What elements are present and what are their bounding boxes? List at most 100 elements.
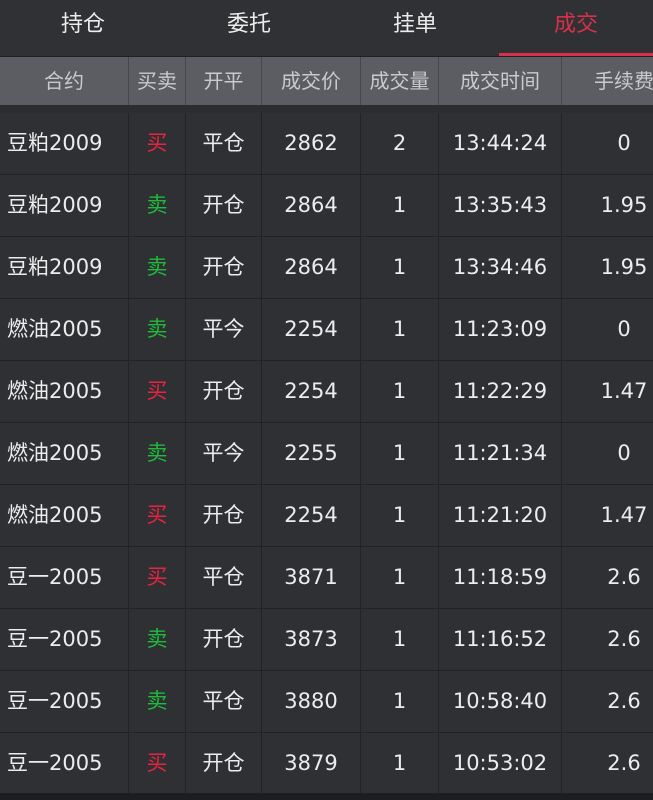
column-divider (561, 113, 562, 174)
column-divider (561, 485, 562, 546)
column-divider (261, 361, 262, 422)
cell-volume: 1 (392, 565, 407, 589)
cell-price: 3871 (284, 565, 338, 589)
table-row[interactable]: 豆一2005 卖 平仓 3880 1 10:58:40 2.6 (0, 671, 653, 733)
cell-side: 卖 (146, 441, 168, 465)
table-row[interactable]: 燃油2005 买 开仓 2254 1 11:21:20 1.47 (0, 485, 653, 547)
cell-offset: 开仓 (202, 627, 245, 651)
header-gap (0, 105, 653, 113)
table-row[interactable]: 燃油2005 卖 平今 2254 1 11:23:09 0 (0, 299, 653, 361)
tab-trades[interactable]: 成交 (499, 0, 653, 57)
tab-bar: 持仓 委托 挂单 成交 (0, 0, 653, 57)
column-divider (261, 547, 262, 608)
column-divider (128, 485, 129, 546)
table-row[interactable]: 燃油2005 买 开仓 2254 1 11:22:29 1.47 (0, 361, 653, 423)
cell-price: 2254 (284, 317, 338, 341)
column-divider (128, 547, 129, 608)
cell-time: 11:22:29 (452, 379, 548, 403)
column-divider (185, 175, 186, 236)
table-row[interactable]: 豆一2005 卖 开仓 3873 1 11:16:52 2.6 (0, 609, 653, 671)
column-header-side: 买卖 (137, 69, 177, 93)
cell-contract: 燃油2005 (7, 441, 103, 465)
column-divider (438, 733, 439, 794)
cell-time: 11:18:59 (452, 565, 548, 589)
column-divider (360, 113, 361, 174)
column-divider (128, 733, 129, 794)
cell-price: 2254 (284, 379, 338, 403)
table-row[interactable]: 燃油2005 卖 平今 2255 1 11:21:34 0 (0, 423, 653, 485)
column-divider (438, 361, 439, 422)
cell-side: 卖 (146, 689, 168, 713)
cell-contract: 豆粕2009 (7, 193, 103, 217)
cell-contract: 燃油2005 (7, 317, 103, 341)
tab-positions[interactable]: 持仓 (0, 0, 166, 57)
cell-time: 13:34:46 (452, 255, 548, 279)
tab-pending[interactable]: 挂单 (332, 0, 498, 57)
column-divider (360, 175, 361, 236)
column-divider (185, 299, 186, 360)
column-divider (360, 361, 361, 422)
column-divider (128, 671, 129, 732)
column-divider (360, 671, 361, 732)
cell-contract: 豆一2005 (7, 627, 103, 651)
column-divider (438, 423, 439, 484)
cell-side: 卖 (146, 255, 168, 279)
column-divider (360, 609, 361, 670)
column-divider (561, 547, 562, 608)
cell-contract: 豆粕2009 (7, 131, 103, 155)
cell-offset: 平今 (202, 441, 245, 465)
cell-price: 3873 (284, 627, 338, 651)
cell-time: 11:21:34 (452, 441, 548, 465)
column-divider (438, 485, 439, 546)
cell-fee: 2.6 (607, 751, 641, 775)
cell-fee: 0 (617, 317, 631, 341)
cell-volume: 1 (392, 379, 407, 403)
cell-offset: 开仓 (202, 255, 245, 279)
column-divider (438, 113, 439, 174)
table-row[interactable]: 豆粕2009 卖 开仓 2864 1 13:34:46 1.95 (0, 237, 653, 299)
cell-offset: 开仓 (202, 751, 245, 775)
table-row[interactable]: 豆粕2009 买 平仓 2862 2 13:44:24 0 (0, 113, 653, 175)
cell-contract: 豆一2005 (7, 689, 103, 713)
table-row[interactable]: 豆一2005 买 开仓 3879 1 10:53:02 2.6 (0, 733, 653, 795)
column-divider (128, 113, 129, 174)
cell-volume: 1 (392, 193, 407, 217)
column-divider (261, 671, 262, 732)
cell-time: 13:44:24 (452, 131, 548, 155)
trades-table[interactable]: 豆粕2009 买平仓 2862 2 13:44:24 0 豆粕2009 卖开仓 2864 1 13:… (0, 113, 653, 800)
cell-fee: 0 (617, 441, 631, 465)
table-row[interactable]: 豆粕2009 卖 开仓 2864 1 13:35:43 1.95 (0, 175, 653, 237)
column-header-offset: 开平 (203, 69, 244, 93)
table-row[interactable]: 豆一2005 买 平仓 3871 1 11:18:59 2.6 (0, 547, 653, 609)
footer-strip (0, 793, 653, 800)
cell-side: 买 (146, 751, 168, 775)
column-divider (261, 175, 262, 236)
tab-orders[interactable]: 委托 (166, 0, 332, 57)
column-divider (128, 299, 129, 360)
cell-time: 11:23:09 (452, 317, 548, 341)
column-divider (261, 237, 262, 298)
column-divider (185, 671, 186, 732)
column-divider (561, 671, 562, 732)
cell-side: 买 (146, 379, 168, 403)
cell-offset: 平仓 (202, 565, 245, 589)
cell-offset: 开仓 (202, 193, 245, 217)
column-divider (261, 299, 262, 360)
cell-price: 2864 (284, 255, 338, 279)
column-divider (438, 299, 439, 360)
cell-time: 11:21:20 (452, 503, 548, 527)
cell-contract: 燃油2005 (7, 503, 103, 527)
cell-fee: 0 (617, 131, 631, 155)
column-divider (261, 485, 262, 546)
column-divider (128, 423, 129, 484)
column-divider (438, 175, 439, 236)
column-divider (360, 733, 361, 794)
cell-fee: 2.6 (607, 689, 641, 713)
column-divider (561, 299, 562, 360)
column-divider (438, 609, 439, 670)
cell-volume: 1 (392, 441, 407, 465)
column-divider (561, 423, 562, 484)
table-header: 合约 买卖 开平 成交价 成交量 成交时间 手续费 (0, 57, 653, 105)
cell-price: 2862 (284, 131, 338, 155)
column-divider (185, 237, 186, 298)
